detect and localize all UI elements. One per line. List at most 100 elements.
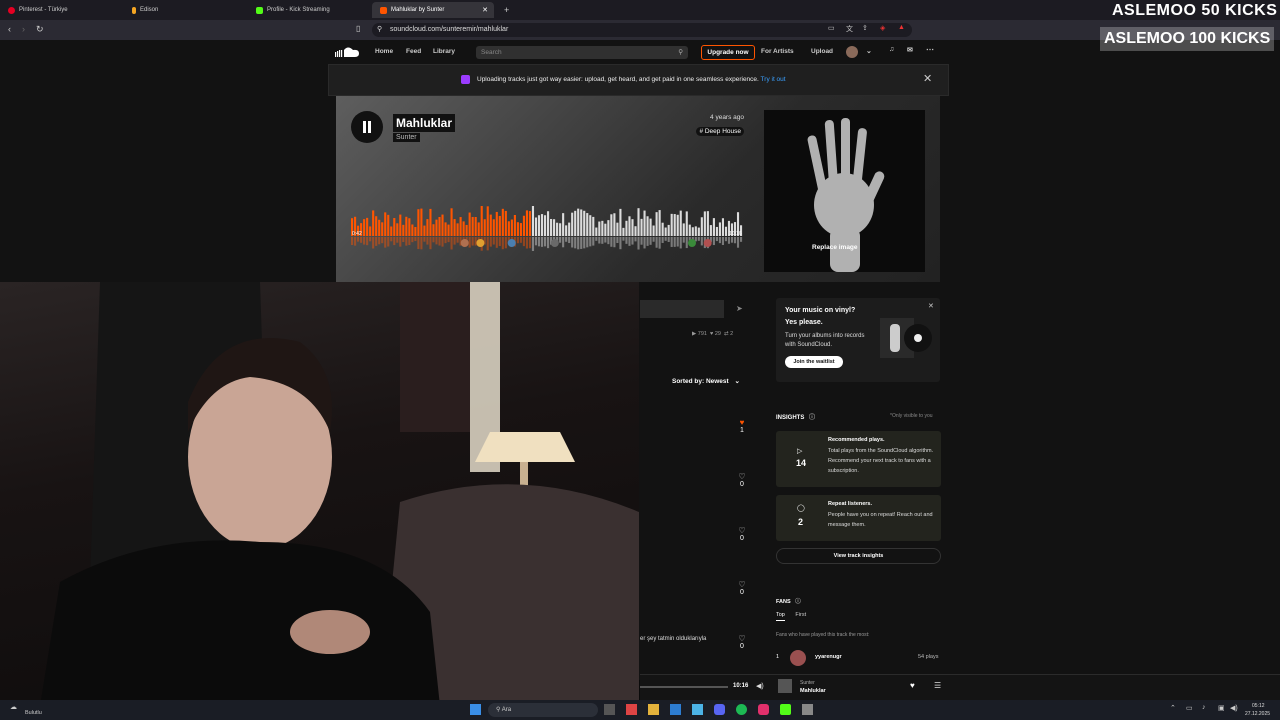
waveform-bar[interactable] [408, 218, 411, 236]
waveform-bar[interactable] [522, 215, 525, 236]
waveform-bar[interactable] [649, 218, 652, 236]
network-icon[interactable]: ▣ [1218, 704, 1225, 712]
tray-chevron-icon[interactable]: ⌃ [1170, 704, 1176, 712]
waveform-bar[interactable] [631, 219, 634, 236]
waveform-bar[interactable] [387, 214, 390, 236]
nav-feed[interactable]: Feed [406, 48, 421, 55]
tab-pinterest[interactable]: Pinterest - Türkiye [0, 2, 120, 18]
waveform-comment-avatar[interactable] [476, 239, 485, 247]
site-info-icon[interactable]: ⚲ [377, 23, 382, 37]
info-icon[interactable]: ⓘ [809, 415, 815, 421]
waveform-bar[interactable] [574, 210, 577, 236]
waveform-bar[interactable] [703, 211, 706, 236]
soundcloud-logo-icon[interactable] [334, 46, 360, 58]
join-waitlist-button[interactable]: Join the waitlist [785, 356, 843, 368]
waveform-bar[interactable] [504, 210, 507, 236]
waveform-bar[interactable] [540, 214, 544, 236]
nav-for-artists[interactable]: For Artists [761, 48, 794, 55]
waveform-bar[interactable] [691, 227, 694, 236]
waveform-bar[interactable] [489, 214, 492, 236]
waveform-bar[interactable] [625, 220, 628, 236]
replace-image-button[interactable]: Replace image [812, 244, 858, 251]
waveform-bar[interactable] [613, 213, 616, 236]
player-artwork[interactable] [778, 679, 792, 693]
microphone-icon[interactable]: ♪ [1202, 704, 1206, 711]
upgrade-button[interactable]: Upgrade now [701, 45, 755, 60]
waveform-bar[interactable] [399, 214, 402, 236]
search-icon[interactable]: ⚲ [678, 46, 683, 59]
app-icon-blue[interactable] [670, 704, 681, 715]
taskbar-search[interactable]: ⚲ Ara [488, 703, 598, 717]
tab-edison[interactable]: Edison [124, 2, 244, 18]
heart-icon[interactable]: ♥ [738, 418, 746, 427]
tab-soundcloud[interactable]: Mahluklar by Sunter ✕ [372, 2, 494, 18]
brave-browser-icon[interactable] [626, 704, 637, 715]
weather-icon[interactable]: ☁ [10, 703, 17, 711]
fan-row[interactable]: 1 yyarenugr 54 plays [776, 650, 941, 666]
waveform-bar[interactable] [661, 222, 664, 236]
waveform-bar[interactable] [375, 216, 378, 236]
waveform-bar[interactable] [670, 213, 673, 236]
waveform-bar[interactable] [372, 210, 375, 236]
waveform-bar[interactable] [510, 219, 513, 236]
waveform-bar[interactable] [411, 224, 414, 236]
heart-outline-icon[interactable]: ♡ [738, 526, 746, 535]
waveform-bar[interactable] [402, 224, 405, 236]
waveform-bar[interactable] [498, 215, 501, 236]
app-icon-grey[interactable] [802, 704, 813, 715]
waveform-bar[interactable] [483, 219, 486, 236]
forward-icon[interactable]: › [22, 24, 25, 34]
waveform-bar[interactable] [715, 226, 718, 236]
cast-icon[interactable]: ▭ [828, 24, 835, 32]
waveform-bar[interactable] [724, 226, 728, 236]
waveform-bar[interactable] [405, 216, 408, 236]
waveform-bar[interactable] [616, 222, 619, 236]
waveform-bar[interactable] [721, 218, 724, 236]
waveform-bar[interactable] [480, 206, 483, 236]
waveform-bar[interactable] [637, 208, 640, 236]
waveform-bar[interactable] [417, 209, 420, 236]
waveform-bar[interactable] [543, 215, 547, 236]
waveform-bar[interactable] [519, 223, 522, 236]
waveform-bar[interactable] [610, 214, 613, 236]
waveform-bar[interactable] [688, 224, 691, 236]
waveform-bar[interactable] [652, 225, 655, 237]
progress-bar[interactable] [640, 686, 728, 688]
waveform-bar[interactable] [471, 216, 474, 236]
weather-label[interactable]: Bulutlu [25, 710, 42, 716]
waveform-bar[interactable] [369, 226, 372, 236]
close-icon[interactable]: ✕ [923, 72, 932, 85]
waveform-comment-avatar[interactable] [460, 239, 469, 247]
brave-shield-icon[interactable]: ◈ [880, 24, 885, 32]
waveform-bar[interactable] [658, 210, 661, 236]
waveform-bar[interactable] [384, 212, 387, 236]
waveform-bar[interactable] [712, 218, 715, 236]
comment-like[interactable]: ♡ 0 [738, 526, 746, 542]
waveform-bar[interactable] [586, 213, 589, 236]
new-tab-button[interactable]: + [496, 2, 510, 18]
discord-icon[interactable] [714, 704, 725, 715]
waveform-bar[interactable] [453, 219, 456, 236]
waveform-bar[interactable] [595, 227, 598, 236]
app-icon-light-blue[interactable] [692, 704, 703, 715]
queue-icon[interactable]: ☰ [934, 681, 941, 690]
waveform-bar[interactable] [583, 210, 586, 236]
tab-first[interactable]: First [795, 612, 806, 618]
waveform-bar[interactable] [682, 223, 685, 236]
waveform-bar[interactable] [604, 223, 607, 236]
waveform-bar[interactable] [450, 208, 453, 236]
heart-outline-icon[interactable]: ♡ [738, 472, 746, 481]
waveform-bar[interactable] [622, 227, 625, 236]
comment-like[interactable]: ♡ 0 [738, 580, 746, 596]
kick-app-icon[interactable] [780, 704, 791, 715]
waveform-bar[interactable] [550, 218, 553, 236]
waveform-comment-avatar[interactable] [550, 239, 559, 247]
waveform-bar[interactable] [559, 223, 562, 236]
waveform-bar[interactable] [676, 214, 679, 236]
waveform-bar[interactable] [667, 224, 670, 236]
fan-name[interactable]: yyarenugr [815, 654, 842, 660]
messages-icon[interactable]: ✉ [907, 46, 913, 54]
volume-icon[interactable]: ◀) [756, 682, 764, 690]
tab-kick[interactable]: Profile - Kick Streaming [248, 2, 368, 18]
waveform-bar[interactable] [646, 216, 649, 236]
